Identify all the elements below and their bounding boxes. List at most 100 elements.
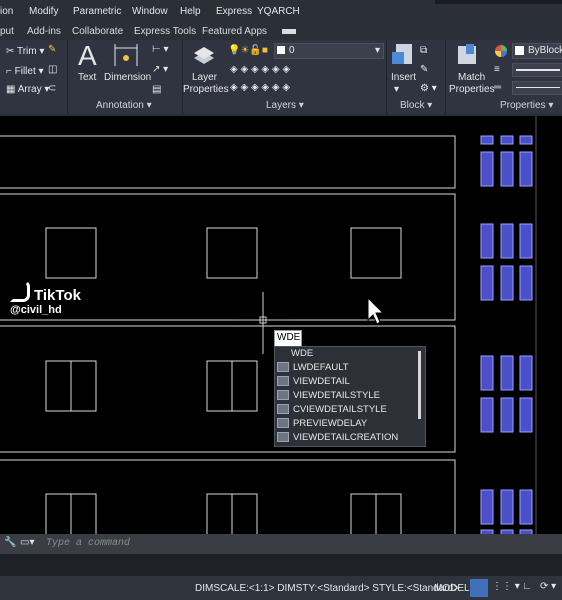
dimension-icon[interactable]	[113, 44, 139, 68]
autocomplete-item-label: VIEWDETAIL	[293, 376, 350, 387]
leader-icon[interactable]: ↗ ▾	[152, 64, 168, 75]
dynamic-input-field[interactable]: WDE	[274, 330, 302, 347]
command-icon	[277, 390, 289, 401]
autocomplete-scrollbar[interactable]	[418, 351, 421, 419]
autocomplete-item-label: VIEWDETAILSTYLE	[293, 390, 380, 401]
annotation-panel-title[interactable]: Annotation ▾	[96, 100, 152, 111]
autocomplete-item[interactable]: LWDEFAULT	[277, 362, 349, 375]
chevron-down-icon[interactable]: ▾	[394, 84, 399, 95]
autocomplete-list: WDE LWDEFAULT VIEWDETAIL VIEWDETAILSTYLE…	[274, 346, 426, 447]
attribute-icon[interactable]: ⚙ ▾	[420, 83, 437, 94]
trim-button[interactable]: ✂ Trim ▾	[6, 46, 44, 57]
tiktok-watermark: TikTok	[10, 280, 81, 304]
match-properties-icon[interactable]	[456, 42, 482, 68]
autocomplete-item[interactable]: CVIEWDETAILSTYLE	[277, 404, 387, 417]
dynamic-input-text: WDE	[277, 332, 301, 343]
command-icon	[277, 376, 289, 387]
command-history-icon[interactable]: ▭▾	[20, 537, 34, 548]
autocomplete-item[interactable]: VIEWDETAILCREATION	[277, 432, 398, 445]
tab-output[interactable]: put	[0, 26, 14, 37]
snap-icon[interactable]: ⋮⋮ ▾	[492, 581, 520, 592]
layers-panel-title[interactable]: Layers ▾	[266, 100, 304, 111]
fillet-label: Fillet	[14, 66, 36, 77]
ribbon-tabs: put Add-ins Collaborate Express Tools Fe…	[0, 22, 562, 40]
match-properties-label-1[interactable]: Match	[458, 72, 485, 83]
menu-item-parametric[interactable]: Parametric	[73, 6, 121, 17]
window	[206, 227, 258, 279]
insert-button[interactable]: Insert	[391, 72, 416, 83]
lineweight-icon: ≡	[494, 64, 500, 75]
scale-icon[interactable]: ◫	[48, 64, 57, 75]
model-button[interactable]: MODEL	[434, 583, 470, 594]
tab-add-ins[interactable]: Add-ins	[27, 26, 61, 37]
layer-properties-label-1[interactable]: Layer	[192, 72, 217, 83]
text-button[interactable]: Text	[78, 72, 96, 83]
panel-divider	[182, 40, 183, 114]
chevron-down-icon: ▾	[374, 45, 380, 56]
color-dropdown[interactable]: ByBlock	[512, 43, 562, 59]
linetype-line	[516, 87, 560, 88]
layer-current-value: 0	[289, 45, 295, 56]
trim-label: Trim	[16, 46, 37, 57]
status-dimstyle: DIMSCALE:<1:1> DIMSTY:<Standard> STYLE:<…	[195, 583, 460, 594]
lightbulb-icon[interactable]: 💡☀🔓■	[228, 45, 268, 56]
layout-tabs-strip	[0, 554, 562, 576]
window	[45, 227, 97, 279]
insert-block-icon[interactable]	[390, 42, 416, 70]
menu-item-window[interactable]: Window	[132, 6, 168, 17]
layer-dropdown[interactable]: 0 ▾	[274, 43, 384, 59]
lineweight-dropdown[interactable]	[512, 63, 562, 77]
offset-icon[interactable]: ⊂	[48, 83, 56, 94]
layer-color-swatch	[277, 46, 285, 54]
tab-collaborate[interactable]: Collaborate	[72, 26, 123, 37]
match-properties-label-2[interactable]: Properties	[449, 84, 495, 95]
menu-item-insertion[interactable]: ion	[0, 6, 13, 17]
autocomplete-item[interactable]: WDE	[291, 348, 313, 361]
polar-icon[interactable]: ⟳ ▾	[540, 581, 556, 592]
autocomplete-item[interactable]: VIEWDETAIL	[277, 376, 350, 389]
table-icon[interactable]: ▤	[152, 84, 161, 95]
title-strip	[435, 0, 562, 4]
pencil-icon[interactable]: ✎	[48, 44, 56, 55]
color-swatch	[515, 46, 524, 55]
fillet-button[interactable]: ⌐ Fillet ▾	[6, 66, 44, 77]
menu-item-yqarch[interactable]: YQARCH	[257, 6, 300, 17]
array-label: Array	[17, 84, 42, 95]
layer-properties-label-2[interactable]: Properties	[183, 84, 229, 95]
menu-item-modify[interactable]: Modify	[29, 6, 58, 17]
tab-express-tools[interactable]: Express Tools	[134, 26, 196, 37]
command-icon	[277, 432, 289, 443]
menu-item-help[interactable]: Help	[180, 6, 201, 17]
ortho-icon[interactable]: ∟	[522, 581, 532, 592]
linetype-dropdown[interactable]	[512, 81, 562, 95]
linear-dim-icon[interactable]: ⊢ ▾	[152, 44, 169, 55]
autocomplete-item-label: VIEWDETAILCREATION	[293, 432, 399, 443]
lineweight-line	[516, 69, 560, 71]
linetype-icon: ═	[494, 82, 502, 93]
tab-featured-apps[interactable]: Featured Apps	[202, 26, 267, 37]
color-wheel-icon[interactable]	[494, 44, 508, 58]
tab-options-icon[interactable]	[282, 29, 296, 34]
autocomplete-item-label: WDE	[291, 348, 314, 359]
text-icon[interactable]: A	[78, 42, 97, 70]
array-button[interactable]: ▦ Array ▾	[6, 84, 49, 95]
layer-tools-row-1[interactable]: ◈ ◈ ◈ ◈ ◈ ◈	[230, 64, 290, 75]
layer-tools-row-2[interactable]: ◈ ◈ ◈ ◈ ◈ ◈	[230, 82, 290, 93]
panel-divider	[67, 40, 68, 114]
building-row	[0, 135, 456, 189]
command-icon	[277, 418, 289, 429]
menu-item-express[interactable]: Express	[216, 6, 252, 17]
dimension-button[interactable]: Dimension	[104, 72, 151, 83]
wrench-icon[interactable]: 🔧	[4, 537, 16, 548]
create-block-icon[interactable]: ⧉	[420, 45, 427, 56]
autocomplete-item[interactable]: PREVIEWDELAY	[277, 418, 367, 431]
grid-toggle-icon[interactable]	[470, 579, 488, 597]
layer-properties-icon[interactable]	[192, 44, 216, 68]
edit-block-icon[interactable]: ✎	[420, 64, 428, 75]
menu-bar: ion Modify Parametric Window Help Expres…	[0, 0, 562, 22]
command-icon	[277, 404, 289, 415]
autocomplete-item[interactable]: VIEWDETAILSTYLE	[277, 390, 380, 403]
block-panel-title[interactable]: Block ▾	[400, 100, 432, 111]
properties-panel-title[interactable]: Properties ▾	[500, 100, 553, 111]
command-input[interactable]: Type a command	[46, 538, 130, 549]
